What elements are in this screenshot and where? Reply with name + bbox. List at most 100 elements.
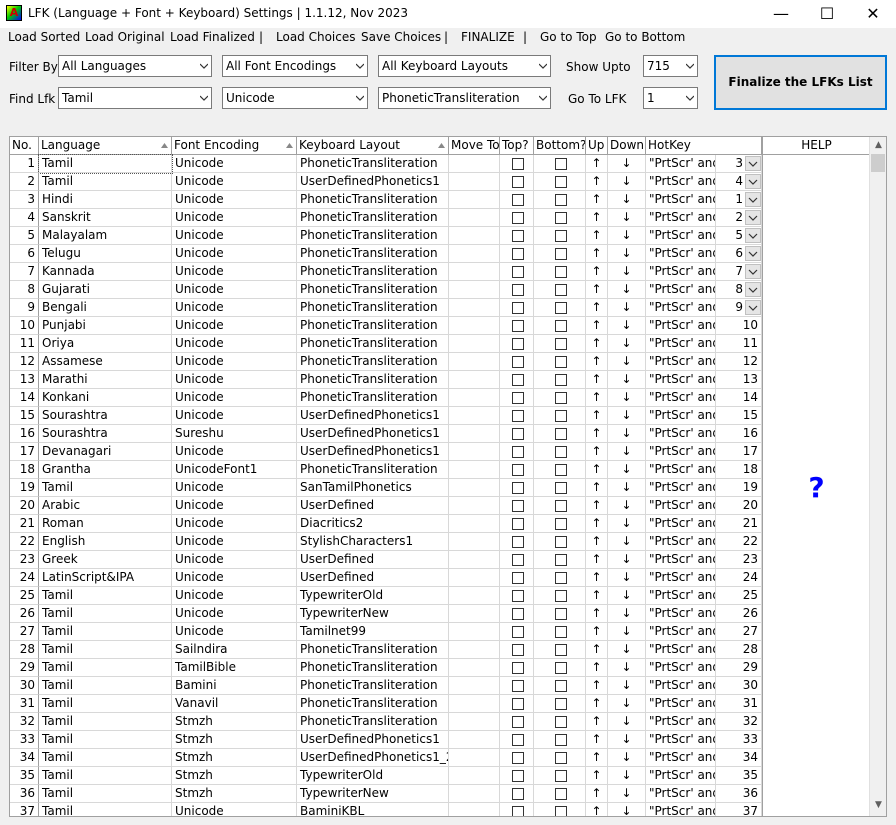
move-to-cell[interactable] [449, 803, 500, 816]
header-move-to[interactable]: Move To [449, 137, 500, 155]
hotkey-number-cell[interactable]: 36 [716, 785, 762, 803]
language-cell[interactable]: Tamil [38, 154, 173, 174]
table-row[interactable]: 27 Tamil Unicode Tamilnet99 ↑ ↓ "PrtScr' and 27 [10, 623, 869, 641]
chevron-down-icon[interactable] [745, 192, 761, 207]
table-row[interactable]: 7 Kannada Unicode PhoneticTransliteration ↑ ↓… [10, 263, 869, 281]
menu-load-sorted[interactable]: Load Sorted [8, 30, 80, 44]
language-cell[interactable]: Tamil [39, 731, 172, 749]
up-arrow-icon[interactable]: ↑ [586, 371, 608, 389]
hotkey-number-cell[interactable]: 27 [716, 623, 762, 641]
language-cell[interactable]: Sourashtra [39, 425, 172, 443]
down-arrow-icon[interactable]: ↓ [608, 281, 646, 299]
table-row[interactable]: 18 Grantha UnicodeFont1 PhoneticTranslitera… [10, 461, 869, 479]
hotkey-number-cell[interactable]: 15 [716, 407, 762, 425]
move-to-cell[interactable] [449, 245, 500, 263]
table-row[interactable]: 16 Sourashtra Sureshu UserDefinedPhonetics1… [10, 425, 869, 443]
move-to-cell[interactable] [449, 173, 500, 191]
top-checkbox[interactable] [512, 212, 524, 224]
keyboard-layout-cell[interactable]: UserDefinedPhonetics1 [297, 731, 449, 749]
language-cell[interactable]: Tamil [39, 659, 172, 677]
up-arrow-icon[interactable]: ↑ [586, 281, 608, 299]
bottom-checkbox[interactable] [555, 788, 567, 800]
hotkey-number-cell[interactable]: 14 [716, 389, 762, 407]
up-arrow-icon[interactable]: ↑ [586, 785, 608, 803]
top-checkbox[interactable] [512, 428, 524, 440]
font-encoding-cell[interactable]: Unicode [172, 245, 297, 263]
top-checkbox[interactable] [512, 788, 524, 800]
top-checkbox[interactable] [512, 500, 524, 512]
top-checkbox[interactable] [512, 158, 524, 170]
top-checkbox[interactable] [512, 536, 524, 548]
hotkey-number-cell[interactable]: 5 [716, 227, 762, 245]
top-checkbox[interactable] [512, 662, 524, 674]
top-checkbox[interactable] [512, 284, 524, 296]
hotkey-number-cell[interactable]: 29 [716, 659, 762, 677]
keyboard-layout-cell[interactable]: PhoneticTransliteration [297, 335, 449, 353]
move-to-cell[interactable] [449, 497, 500, 515]
keyboard-layout-cell[interactable]: UserDefinedPhonetics1_2 [297, 749, 449, 767]
table-row[interactable]: 21 Roman Unicode Diacritics2 ↑ ↓ "PrtScr' and 2… [10, 515, 869, 533]
keyboard-layout-cell[interactable]: PhoneticTransliteration [297, 299, 449, 317]
font-encoding-cell[interactable]: UnicodeFont1 [172, 461, 297, 479]
hotkey-number-cell[interactable]: 34 [716, 749, 762, 767]
table-row[interactable]: 31 Tamil Vanavil PhoneticTransliteration ↑ ↓ "… [10, 695, 869, 713]
move-to-cell[interactable] [449, 677, 500, 695]
bottom-checkbox[interactable] [555, 644, 567, 656]
keyboard-layout-cell[interactable]: PhoneticTransliteration [297, 677, 449, 695]
up-arrow-icon[interactable]: ↑ [586, 299, 608, 317]
table-row[interactable]: 2 Tamil Unicode UserDefinedPhonetics1 ↑ ↓ "Prt… [10, 173, 869, 191]
top-checkbox[interactable] [512, 680, 524, 692]
font-encoding-cell[interactable]: Unicode [172, 191, 297, 209]
hotkey-number-cell[interactable]: 7 [716, 263, 762, 281]
hotkey-number-cell[interactable]: 16 [716, 425, 762, 443]
down-arrow-icon[interactable]: ↓ [608, 245, 646, 263]
down-arrow-icon[interactable]: ↓ [608, 155, 646, 173]
menu-load-original[interactable]: Load Original [85, 30, 165, 44]
language-cell[interactable]: Grantha [39, 461, 172, 479]
up-arrow-icon[interactable]: ↑ [586, 767, 608, 785]
hotkey-number-cell[interactable]: 25 [716, 587, 762, 605]
hotkey-number-cell[interactable]: 10 [716, 317, 762, 335]
move-to-cell[interactable] [449, 749, 500, 767]
up-arrow-icon[interactable]: ↑ [586, 263, 608, 281]
top-checkbox[interactable] [512, 806, 524, 816]
up-arrow-icon[interactable]: ↑ [586, 731, 608, 749]
up-arrow-icon[interactable]: ↑ [586, 605, 608, 623]
keyboard-layout-cell[interactable]: PhoneticTransliteration [297, 461, 449, 479]
bottom-checkbox[interactable] [555, 536, 567, 548]
down-arrow-icon[interactable]: ↓ [608, 515, 646, 533]
table-row[interactable]: 37 Tamil Unicode BaminiKBL ↑ ↓ "PrtScr' and 37 [10, 803, 869, 816]
table-row[interactable]: 26 Tamil Unicode TypewriterNew ↑ ↓ "PrtScr' an… [10, 605, 869, 623]
table-row[interactable]: 5 Malayalam Unicode PhoneticTransliteration… [10, 227, 869, 245]
table-row[interactable]: 10 Punjabi Unicode PhoneticTransliteration ↑… [10, 317, 869, 335]
bottom-checkbox[interactable] [555, 662, 567, 674]
bottom-checkbox[interactable] [555, 770, 567, 782]
top-checkbox[interactable] [512, 446, 524, 458]
bottom-checkbox[interactable] [555, 464, 567, 476]
vertical-scrollbar[interactable]: ▲ ▼ [869, 137, 886, 816]
font-encoding-cell[interactable]: Unicode [172, 335, 297, 353]
keyboard-layout-cell[interactable]: PhoneticTransliteration [297, 209, 449, 227]
menu-finalize[interactable]: FINALIZE [461, 30, 515, 44]
finalize-list-button[interactable]: Finalize the LFKs List [714, 55, 887, 110]
up-arrow-icon[interactable]: ↑ [586, 389, 608, 407]
top-checkbox[interactable] [512, 176, 524, 188]
go-to-lfk-select[interactable]: 1 [643, 87, 698, 109]
move-to-cell[interactable] [449, 659, 500, 677]
bottom-checkbox[interactable] [555, 572, 567, 584]
keyboard-layout-cell[interactable]: TypewriterNew [297, 785, 449, 803]
down-arrow-icon[interactable]: ↓ [608, 803, 646, 816]
font-encoding-cell[interactable]: Unicode [172, 299, 297, 317]
filter-font-select[interactable]: All Font Encodings [222, 55, 368, 77]
table-row[interactable]: 11 Oriya Unicode PhoneticTransliteration ↑ ↓ "… [10, 335, 869, 353]
top-checkbox[interactable] [512, 626, 524, 638]
bottom-checkbox[interactable] [555, 248, 567, 260]
down-arrow-icon[interactable]: ↓ [608, 731, 646, 749]
font-encoding-cell[interactable]: Sailndira [172, 641, 297, 659]
scroll-up-arrow-icon[interactable]: ▲ [870, 137, 886, 154]
bottom-checkbox[interactable] [555, 680, 567, 692]
keyboard-layout-cell[interactable]: PhoneticTransliteration [297, 155, 449, 173]
bottom-checkbox[interactable] [555, 734, 567, 746]
bottom-checkbox[interactable] [555, 158, 567, 170]
keyboard-layout-cell[interactable]: Tamilnet99 [297, 623, 449, 641]
